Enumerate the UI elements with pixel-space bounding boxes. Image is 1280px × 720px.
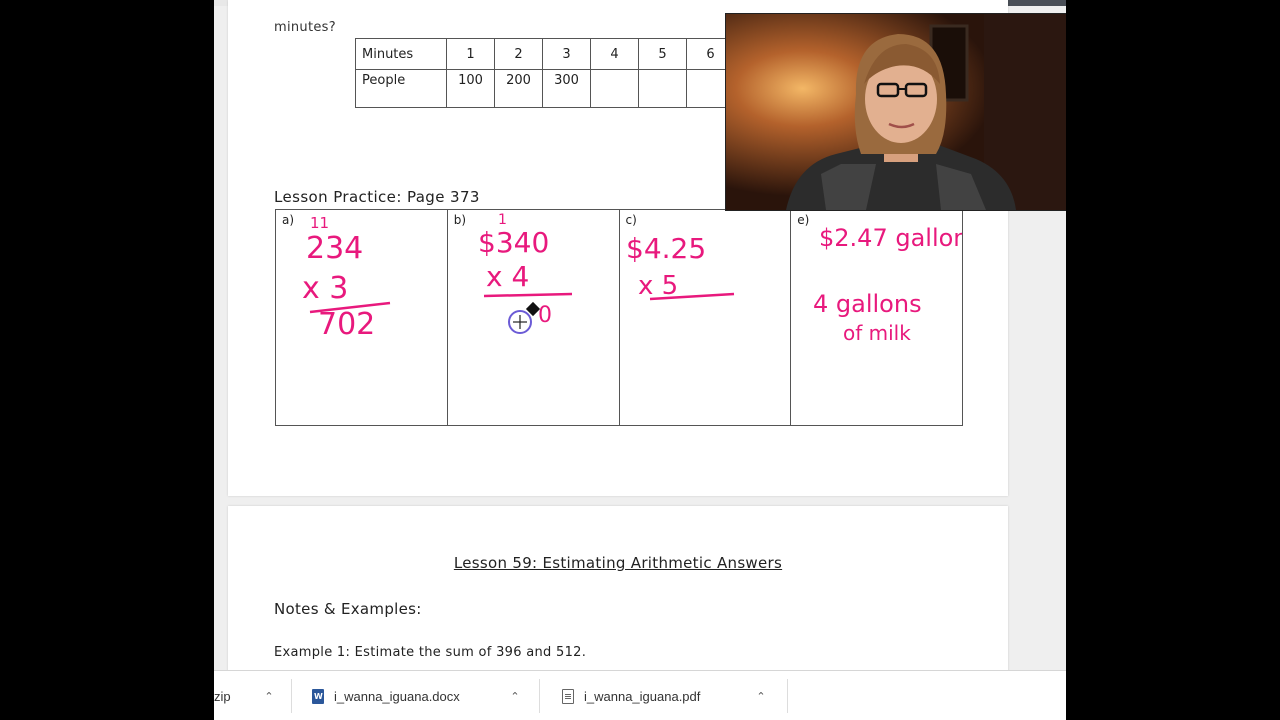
- practice-grid: a) 11 234 x 3 702 b) 1 $340 x 4 0 c) $4.…: [275, 209, 963, 426]
- chevron-up-icon[interactable]: ⌃: [508, 690, 522, 703]
- handwriting-a: 11 234 x 3 702: [302, 214, 391, 342]
- handwritten-answer: 0: [538, 303, 552, 328]
- lesson-practice-title: Lesson Practice: Page 373: [274, 188, 480, 206]
- table-row: People 100 200 300: [355, 69, 735, 108]
- problem-c: c) $4.25 x 5: [620, 210, 792, 425]
- table-cell: 5: [638, 38, 687, 70]
- lesson-59-title-text: Lesson 59: Estimating Arithmetic Answers: [453, 554, 783, 572]
- pdf-file-icon: [562, 688, 574, 704]
- download-bar: zip ⌃ i_wanna_iguana.docx ⌃ i_wanna_igua…: [214, 670, 1066, 720]
- table-cell: 300: [542, 69, 591, 108]
- problem-e: e) $2.47 gallon 4 gallons of milk: [791, 210, 962, 425]
- table-cell: [638, 69, 687, 108]
- presenter-video: [726, 14, 1066, 210]
- document-viewer: minutes? Minutes 1 2 3 4 5 6 People 100 …: [214, 0, 1066, 720]
- example-1-text: Example 1: Estimate the sum of 396 and 5…: [274, 645, 587, 660]
- problem-a: a) 11 234 x 3 702: [276, 210, 448, 425]
- handwritten-carry: 11: [310, 214, 329, 232]
- handwritten-price: $2.47 gallon: [819, 224, 962, 252]
- table-cell: 4: [590, 38, 639, 70]
- minutes-people-table: Minutes 1 2 3 4 5 6 People 100 200 300: [355, 38, 735, 108]
- table-cell: 2: [494, 38, 543, 70]
- question-text-tail: minutes?: [274, 20, 336, 35]
- webcam-overlay[interactable]: [725, 13, 1066, 211]
- download-item-docx[interactable]: i_wanna_iguana.docx ⌃: [294, 671, 540, 720]
- word-file-icon: [312, 688, 324, 704]
- notes-heading: Notes & Examples:: [274, 600, 422, 618]
- handwriting-c: $4.25 x 5: [626, 232, 734, 301]
- handwritten-line: [483, 292, 572, 298]
- handwritten-multiplier: x 3: [302, 271, 348, 306]
- chevron-up-icon[interactable]: ⌃: [262, 690, 276, 703]
- handwritten-answer: 702: [318, 307, 375, 342]
- handwritten-quantity: 4 gallons: [813, 290, 922, 318]
- table-cell: 100: [446, 69, 495, 108]
- table-cell: 200: [494, 69, 543, 108]
- download-filename: i_wanna_iguana.pdf: [584, 688, 701, 704]
- table-row: Minutes 1 2 3 4 5 6: [355, 38, 735, 70]
- download-filename: zip: [214, 688, 231, 704]
- handwritten-number: 234: [306, 231, 363, 266]
- handwriting-e: $2.47 gallon 4 gallons of milk: [813, 224, 962, 345]
- lesson-59-title: Lesson 59: Estimating Arithmetic Answers: [228, 554, 1008, 572]
- handwritten-number: $340: [478, 226, 549, 259]
- download-filename: i_wanna_iguana.docx: [334, 688, 460, 704]
- handwritten-number: $4.25: [626, 232, 706, 265]
- download-item-zip[interactable]: zip ⌃: [214, 671, 292, 720]
- problem-b: b) 1 $340 x 4 0: [448, 210, 620, 425]
- chevron-up-icon[interactable]: ⌃: [754, 690, 768, 703]
- document-page-1: minutes? Minutes 1 2 3 4 5 6 People 100 …: [228, 0, 1066, 496]
- download-item-pdf[interactable]: i_wanna_iguana.pdf ⌃: [542, 671, 788, 720]
- row-header-minutes: Minutes: [355, 38, 447, 70]
- handwritten-item: of milk: [843, 321, 911, 345]
- table-cell: [590, 69, 639, 108]
- row-header-people: People: [355, 69, 447, 108]
- table-cell: 3: [542, 38, 591, 70]
- handwritten-multiplier: x 4: [486, 260, 529, 293]
- table-cell: 1: [446, 38, 495, 70]
- handwriting-b: 1 $340 x 4 0: [478, 212, 572, 334]
